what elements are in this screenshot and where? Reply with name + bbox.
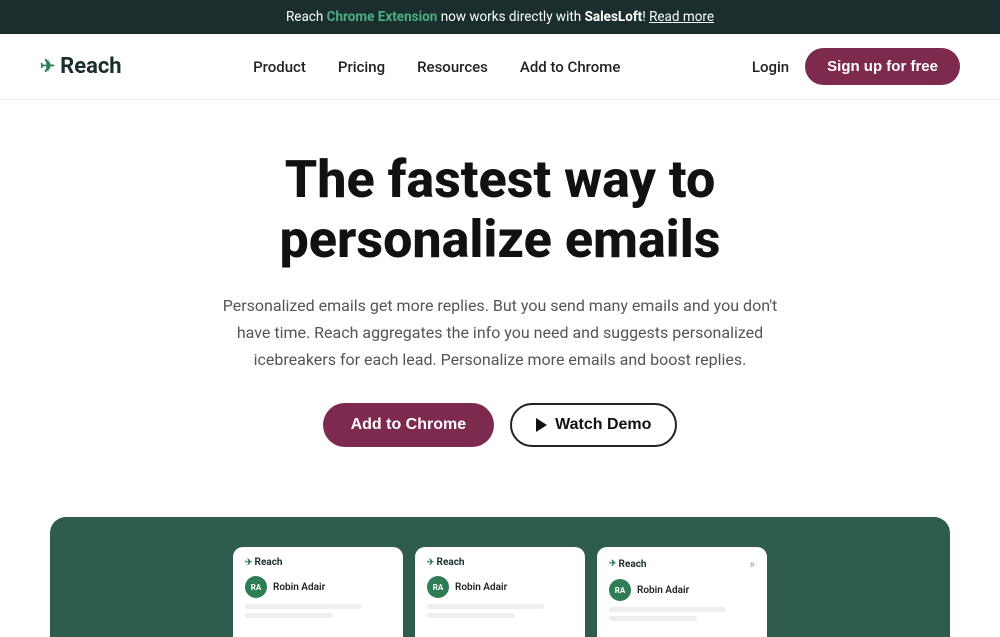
nav-resources[interactable]: Resources	[417, 58, 488, 76]
logo-icon: ✈	[40, 56, 55, 77]
demo-bar-2a	[427, 604, 544, 609]
add-to-chrome-button[interactable]: Add to Chrome	[323, 403, 495, 447]
banner-pre-text: Reach	[286, 9, 327, 25]
hero-title: The fastest way to personalize emails	[150, 150, 850, 270]
nav-actions: Login Sign up for free	[752, 48, 960, 85]
logo[interactable]: ✈ Reach	[40, 54, 122, 79]
demo-bar-1b	[245, 613, 333, 618]
login-link[interactable]: Login	[752, 58, 789, 76]
nav-links: Product Pricing Resources Add to Chrome	[253, 58, 620, 76]
banner-chrome-extension: Chrome Extension	[327, 9, 438, 25]
demo-avatar-1: RA	[245, 576, 267, 598]
nav-add-to-chrome[interactable]: Add to Chrome	[520, 58, 621, 76]
nav-product[interactable]: Product	[253, 58, 306, 76]
demo-bar-1a	[245, 604, 362, 609]
top-banner: Reach Chrome Extension now works directl…	[0, 0, 1000, 34]
navbar: ✈ Reach Product Pricing Resources Add to…	[0, 34, 1000, 100]
demo-avatar-3: RA	[609, 579, 631, 601]
demo-avatar-2: RA	[427, 576, 449, 598]
banner-mid-text: now works directly with	[437, 9, 584, 25]
demo-avatar-row-2: RA Robin Adair	[427, 576, 573, 598]
demo-name-2: Robin Adair	[455, 582, 507, 593]
watch-demo-label: Watch Demo	[555, 416, 651, 434]
signup-button[interactable]: Sign up for free	[805, 48, 960, 85]
watch-demo-button[interactable]: Watch Demo	[510, 403, 677, 447]
banner-read-more[interactable]: Read more	[649, 9, 714, 25]
demo-bar-2b	[427, 613, 515, 618]
demo-avatar-row-3: RA Robin Adair	[609, 579, 755, 601]
demo-card-3: ✈ Reach » RA Robin Adair	[597, 547, 767, 637]
demo-card-2: ✈ Reach RA Robin Adair	[415, 547, 585, 637]
logo-text: Reach	[60, 54, 122, 79]
demo-name-1: Robin Adair	[273, 582, 325, 593]
demo-bar-3a	[609, 607, 726, 612]
demo-logo-3: ✈ Reach	[609, 559, 647, 570]
hero-buttons: Add to Chrome Watch Demo	[40, 403, 960, 447]
nav-pricing[interactable]: Pricing	[338, 58, 385, 76]
hero-subtitle: Personalized emails get more replies. Bu…	[210, 292, 790, 374]
demo-card-1: ✈ Reach RA Robin Adair	[233, 547, 403, 637]
demo-bar-3b	[609, 616, 697, 621]
demo-name-3: Robin Adair	[637, 585, 689, 596]
hero-section: The fastest way to personalize emails Pe…	[0, 100, 1000, 517]
demo-avatar-row-1: RA Robin Adair	[245, 576, 391, 598]
banner-salesloft: SalesLoft	[585, 9, 643, 25]
play-icon	[536, 418, 547, 432]
demo-preview: ✈ Reach RA Robin Adair ✈ Reach RA Robin …	[50, 517, 950, 637]
demo-arrow-3: »	[749, 557, 755, 571]
